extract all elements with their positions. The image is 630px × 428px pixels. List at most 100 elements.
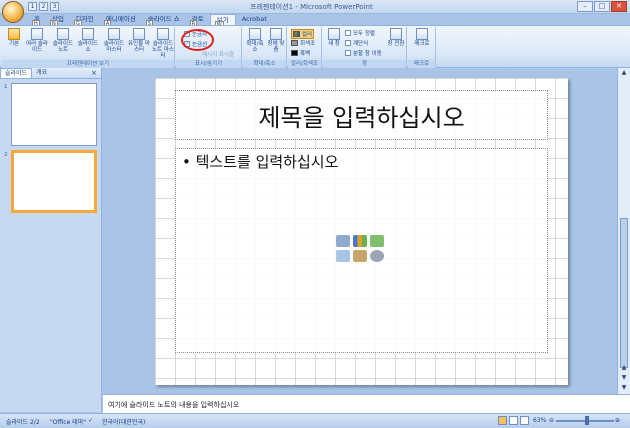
tab-view[interactable]: 보기W bbox=[209, 14, 236, 29]
insert-chart-icon[interactable] bbox=[353, 235, 367, 247]
ribbon-tabs: 홈H 삽입N 디자인G 애니메이션A 슬라이드 쇼S 검토R 보기W Acrob… bbox=[28, 14, 273, 29]
slides-pane: 슬라이드 개요 × 1 2 bbox=[0, 68, 102, 412]
message-bar-checkbox[interactable]: 메시지 표시줄 bbox=[202, 50, 234, 58]
status-bar: 슬라이드 2/2 "Office 테마" ✓ 한국어(대한민국) 63% ⊖ ⊕ bbox=[0, 413, 630, 428]
tab-acrobat[interactable]: Acrobat bbox=[236, 14, 273, 25]
handout-master-icon bbox=[133, 28, 145, 40]
insert-smartart-icon[interactable] bbox=[370, 235, 384, 247]
insert-clipart-icon[interactable] bbox=[353, 250, 367, 262]
group-label: 확대/축소 bbox=[243, 60, 286, 68]
black-white-button[interactable]: 흑백 bbox=[291, 49, 310, 57]
magnifier-icon bbox=[249, 28, 261, 40]
notes-master-icon bbox=[157, 28, 169, 40]
group-presentation-views: 기본 여러 슬라이드 슬라이드 노트 슬라이드 쇼 슬라이드 마스터 유인물 마… bbox=[2, 27, 175, 68]
zoom-out-icon[interactable]: ⊖ bbox=[549, 417, 554, 424]
insert-picture-icon[interactable] bbox=[336, 250, 350, 262]
new-window-button[interactable]: 새 창 bbox=[325, 28, 343, 47]
handout-master-button[interactable]: 유인물 마스터 bbox=[128, 28, 150, 53]
next-slide-icon[interactable]: ▼ bbox=[619, 374, 629, 383]
tab-slides[interactable]: 슬라이드 bbox=[0, 68, 33, 78]
maximize-button[interactable]: □ bbox=[594, 1, 610, 12]
group-label: 표시/숨기기 bbox=[176, 60, 241, 68]
slide-show-button[interactable]: 슬라이드 쇼 bbox=[77, 28, 99, 53]
scroll-up-icon[interactable]: ▲ bbox=[619, 69, 629, 78]
tab-home[interactable]: 홈H bbox=[28, 14, 46, 28]
normal-view-status-button[interactable] bbox=[498, 416, 507, 425]
scroll-down-icon[interactable]: ▼ bbox=[619, 384, 629, 393]
title-placeholder[interactable]: 제목을 입력하십시오 bbox=[175, 90, 548, 140]
qat-redo-button[interactable]: 3 bbox=[50, 2, 59, 11]
normal-view-icon bbox=[8, 28, 20, 40]
slide-master-button[interactable]: 슬라이드 마스터 bbox=[102, 28, 126, 53]
vertical-scrollbar[interactable]: ▲ ▲ ▼ ▼ bbox=[617, 68, 630, 394]
insert-media-icon[interactable] bbox=[370, 250, 384, 262]
move-split-button[interactable]: 분할 창 이동 bbox=[345, 49, 382, 57]
tab-review[interactable]: 검토 R bbox=[186, 14, 210, 28]
slide-number: 1 bbox=[4, 84, 8, 90]
content-placeholder[interactable]: • 텍스트를 입력하십시오 bbox=[175, 148, 548, 353]
qat-undo-button[interactable]: 2 bbox=[39, 2, 48, 11]
tab-design[interactable]: 디자인 G bbox=[70, 14, 100, 28]
macro-button[interactable]: 매크로 bbox=[411, 28, 433, 47]
group-label: 창 bbox=[323, 60, 406, 68]
insert-content-icons bbox=[336, 235, 386, 262]
theme-name: "Office 테마" bbox=[50, 419, 86, 426]
fit-window-icon bbox=[270, 28, 282, 40]
normal-view-button[interactable]: 기본 bbox=[5, 28, 23, 47]
cascade-button[interactable]: 계단식 bbox=[345, 39, 368, 47]
arrange-all-button[interactable]: 모두 정렬 bbox=[345, 29, 375, 37]
scroll-thumb[interactable] bbox=[620, 218, 628, 368]
minimize-button[interactable]: – bbox=[577, 1, 593, 12]
fit-to-window-button[interactable]: 창에 맞춤 bbox=[266, 28, 286, 53]
tab-insert[interactable]: 삽입 N bbox=[46, 14, 70, 28]
slide-thumbnail-selected[interactable] bbox=[11, 150, 97, 213]
qat-save-button[interactable]: 1 bbox=[28, 2, 37, 11]
notes-page-button[interactable]: 슬라이드 노트 bbox=[51, 28, 75, 53]
slide-number: 2 bbox=[4, 152, 8, 158]
pane-tabs: 슬라이드 개요 × bbox=[0, 68, 101, 79]
switch-windows-icon bbox=[390, 28, 402, 40]
pane-close-icon[interactable]: × bbox=[91, 69, 97, 77]
insert-table-icon[interactable] bbox=[336, 235, 350, 247]
group-label: 매크로 bbox=[408, 60, 435, 68]
notes-pane[interactable]: 여기에 슬라이드 노트의 내용을 입력하십시오 bbox=[103, 394, 630, 413]
slideshow-view-status-button[interactable] bbox=[520, 416, 529, 425]
window-title: 프레젠테이션1 - Microsoft PowerPoint bbox=[250, 3, 373, 11]
tab-outline[interactable]: 개요 bbox=[32, 68, 51, 78]
slide-show-icon bbox=[82, 28, 94, 40]
notes-placeholder: 여기에 슬라이드 노트의 내용을 입력하십시오 bbox=[108, 401, 240, 409]
group-window: 새 창 모두 정렬 계단식 분할 창 이동 창 전환 창 bbox=[323, 27, 407, 68]
ribbon: 기본 여러 슬라이드 슬라이드 노트 슬라이드 쇼 슬라이드 마스터 유인물 마… bbox=[0, 25, 630, 68]
cascade-icon bbox=[345, 40, 351, 46]
group-label: 컬러/회색조 bbox=[288, 60, 321, 68]
sorter-view-status-button[interactable] bbox=[509, 416, 518, 425]
tab-animations[interactable]: 애니메이션 A bbox=[100, 14, 142, 28]
notes-master-button[interactable]: 슬라이드 노트 마스터 bbox=[152, 28, 174, 59]
grayscale-button[interactable]: 회색조 bbox=[291, 39, 315, 47]
zoom-in-icon[interactable]: ⊕ bbox=[615, 417, 620, 424]
prev-slide-icon[interactable]: ▲ bbox=[619, 364, 629, 373]
spellcheck-icon[interactable]: ✓ bbox=[88, 417, 93, 424]
group-label: 프레젠테이션 보기 bbox=[2, 60, 174, 68]
switch-windows-button[interactable]: 창 전환 bbox=[387, 28, 405, 47]
slide-canvas[interactable]: 제목을 입력하십시오 • 텍스트를 입력하십시오 bbox=[155, 78, 568, 385]
color-button[interactable]: 컬러 bbox=[291, 29, 315, 39]
language-indicator[interactable]: 한국어(대한민국) bbox=[102, 417, 145, 426]
macro-icon bbox=[416, 28, 428, 40]
office-button[interactable] bbox=[2, 1, 24, 23]
slide-counter: 슬라이드 2/2 bbox=[6, 419, 40, 426]
group-zoom: 확대/축소 창에 맞춤 확대/축소 bbox=[243, 27, 287, 68]
close-button[interactable]: ✕ bbox=[611, 1, 627, 12]
slide-thumbnail[interactable] bbox=[11, 83, 97, 146]
title-bar: 1 2 3 프레젠테이션1 - Microsoft PowerPoint – □… bbox=[0, 0, 630, 14]
zoom-level[interactable]: 63% bbox=[533, 417, 546, 424]
slide-editing-area: 제목을 입력하십시오 • 텍스트를 입력하십시오 bbox=[103, 68, 617, 394]
slide-sorter-icon bbox=[31, 28, 43, 40]
slide-master-icon bbox=[108, 28, 120, 40]
quick-access-toolbar: 1 2 3 bbox=[28, 2, 59, 11]
new-window-icon bbox=[328, 28, 340, 40]
slide-sorter-button[interactable]: 여러 슬라이드 bbox=[25, 28, 49, 53]
zoom-slider-knob[interactable] bbox=[585, 416, 589, 425]
tab-slide-show[interactable]: 슬라이드 쇼S bbox=[142, 14, 186, 28]
zoom-button[interactable]: 확대/축소 bbox=[245, 28, 265, 53]
